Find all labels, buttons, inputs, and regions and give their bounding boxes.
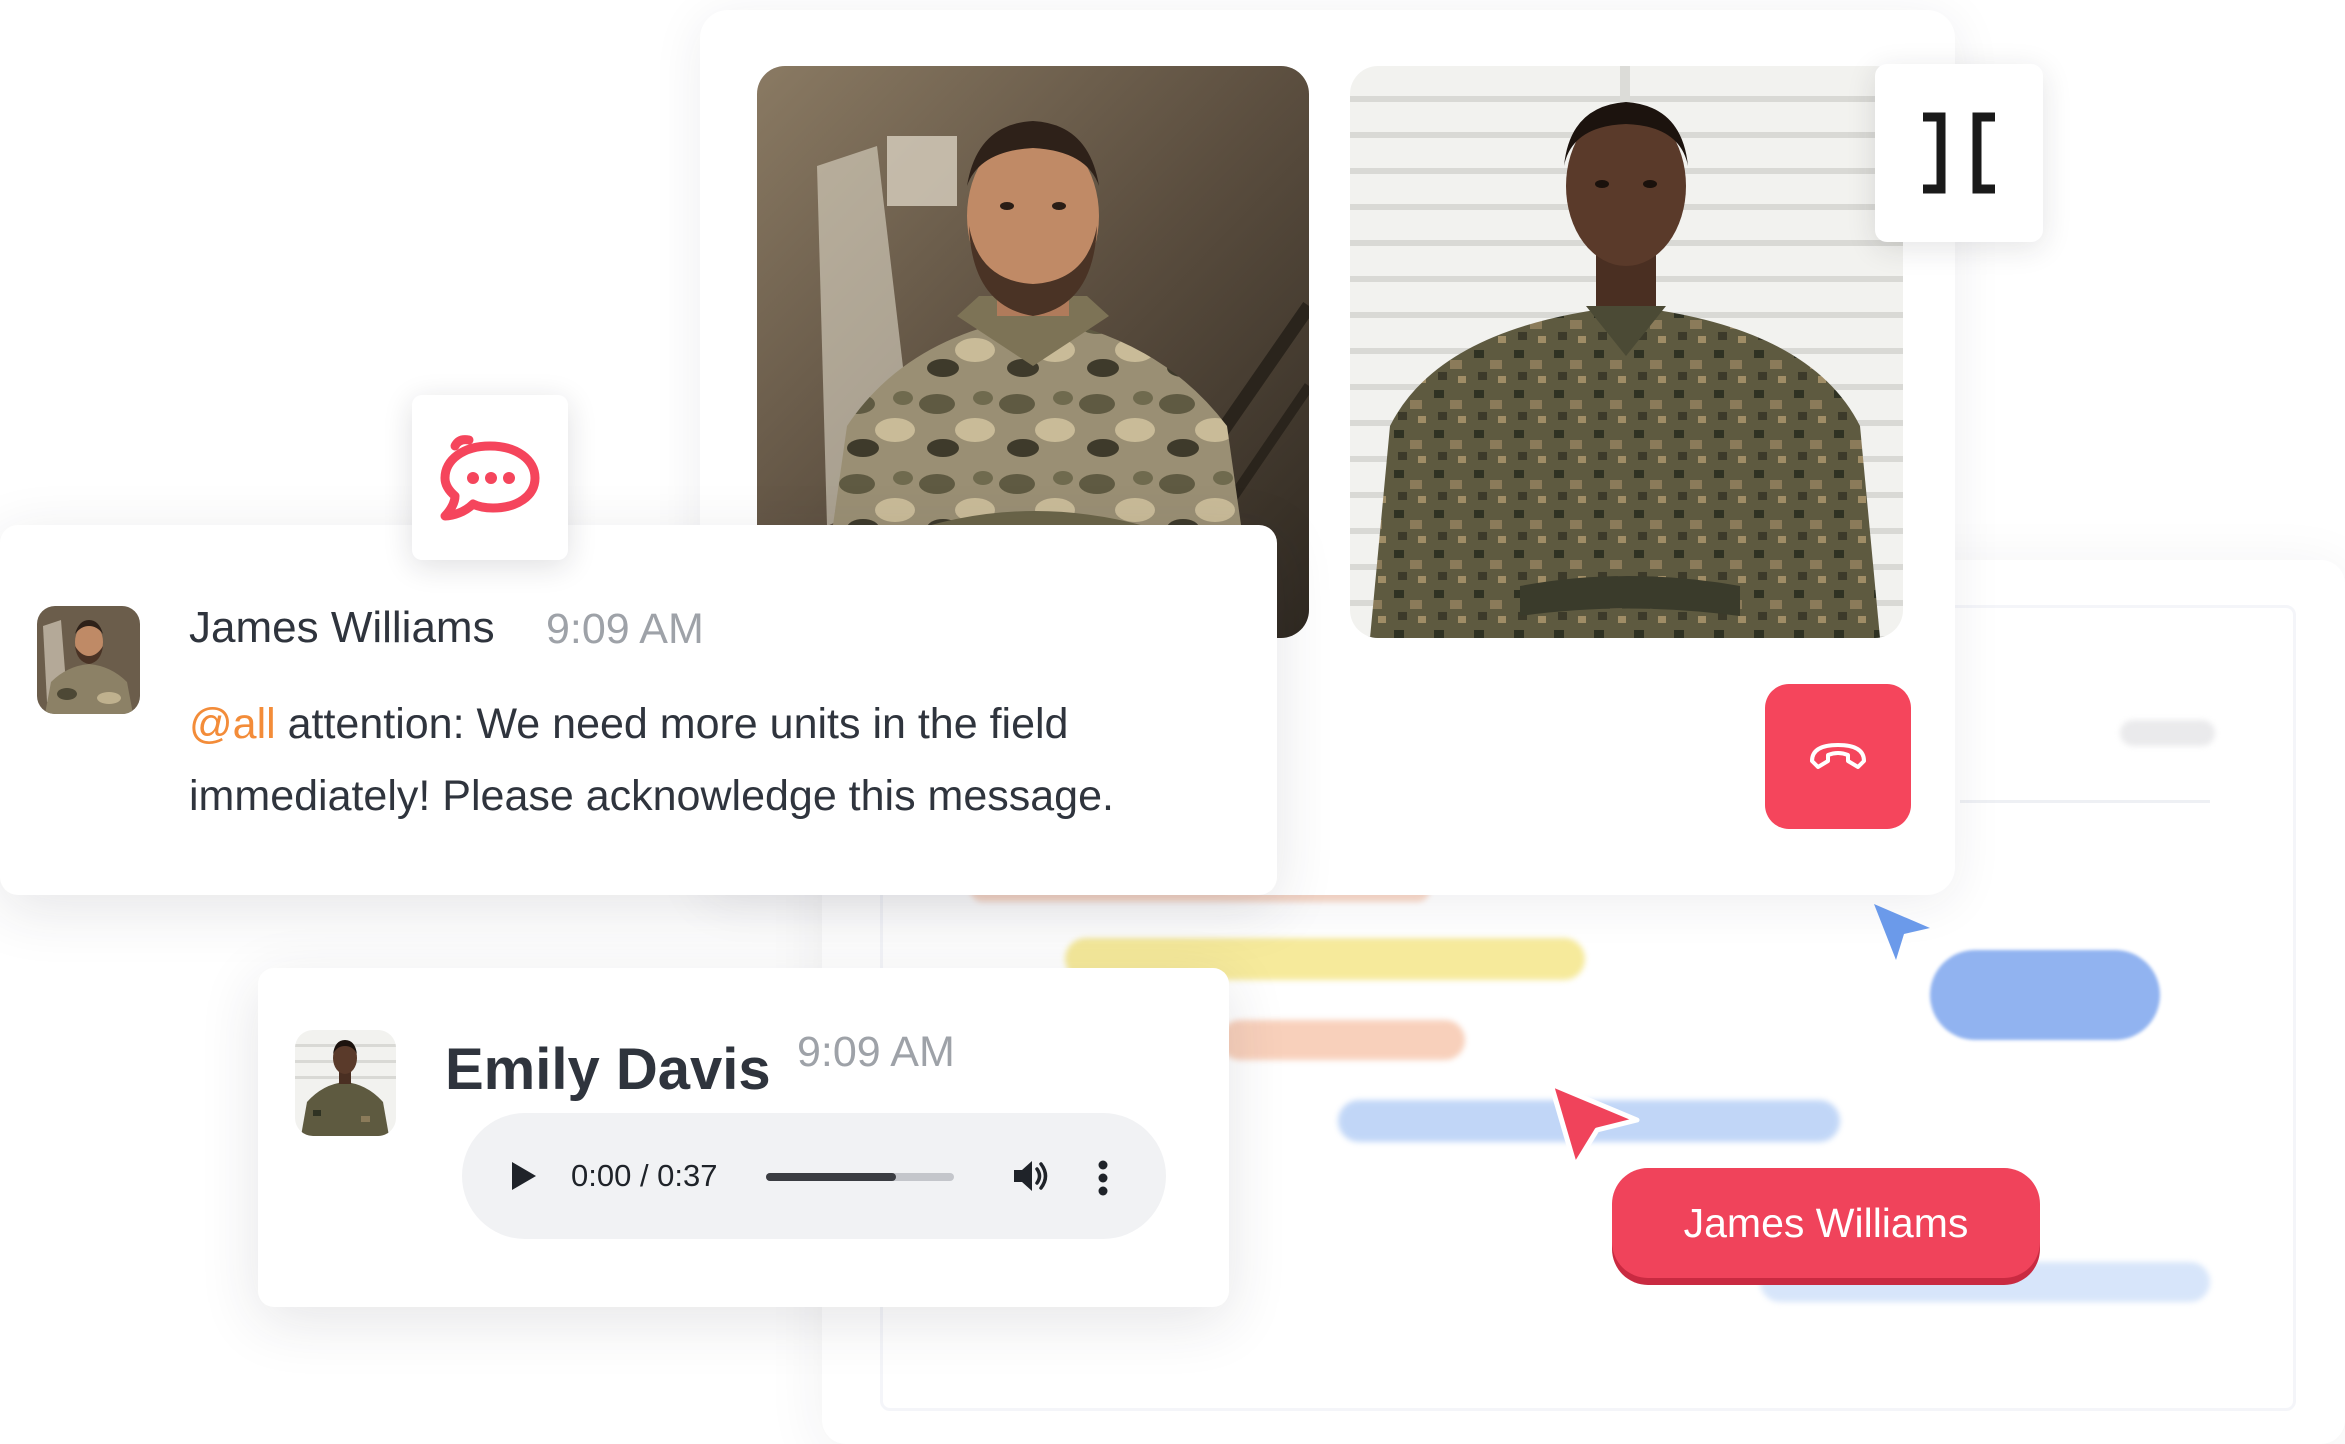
background-divider	[1960, 800, 2210, 803]
background-highlight-orange	[1220, 1020, 1465, 1060]
chat-bubble-logo-icon	[440, 434, 540, 520]
more-vertical-icon[interactable]	[1097, 1160, 1109, 1196]
collaborator-cursor-label: James Williams	[1612, 1168, 2040, 1278]
collapse-brackets-icon	[1923, 112, 1995, 194]
mention-tag[interactable]: @all	[189, 700, 276, 748]
message-text: attention: We need more units in the fie…	[189, 700, 1114, 820]
avatar[interactable]	[295, 1030, 396, 1136]
hang-up-button[interactable]	[1765, 684, 1911, 829]
volume-icon[interactable]	[1010, 1156, 1050, 1196]
collaborator-cursor-icon	[1548, 1081, 1640, 1169]
collapse-view-button[interactable]	[1875, 64, 2043, 242]
message-timestamp: 9:09 AM	[546, 605, 704, 653]
audio-message-timestamp: 9:09 AM	[797, 1028, 955, 1076]
collaborator-cursor-blue-icon	[1874, 904, 1930, 960]
audio-message-author[interactable]: Emily Davis	[445, 1036, 771, 1103]
participant-video-woman	[1350, 66, 1903, 638]
audio-time-display: 0:00 / 0:37	[571, 1158, 718, 1193]
hang-up-phone-icon	[1810, 742, 1866, 769]
message-author[interactable]: James Williams	[189, 603, 495, 653]
chat-app-logo	[412, 395, 568, 560]
play-icon[interactable]	[510, 1160, 538, 1192]
background-blue-pill	[1930, 950, 2160, 1040]
audio-progress-fill	[766, 1173, 896, 1181]
message-body: @all attention: We need more units in th…	[189, 688, 1249, 832]
avatar[interactable]	[37, 606, 140, 714]
background-placeholder-line	[2120, 720, 2215, 746]
